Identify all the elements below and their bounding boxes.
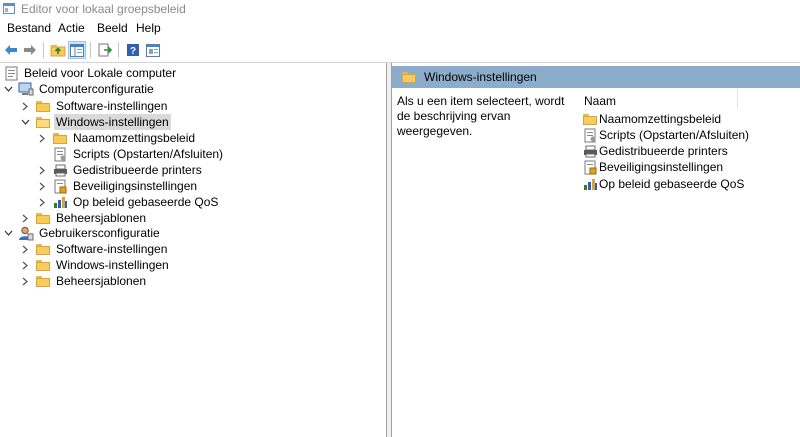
- tree-security[interactable]: Beveiligingsinstellingen: [37, 178, 199, 194]
- user-icon: [18, 225, 34, 241]
- tree-label: Naamomzettingsbeleid: [73, 131, 196, 145]
- tree-computer-software[interactable]: Software-instellingen: [20, 98, 169, 114]
- chevron-down-icon[interactable]: [20, 114, 30, 130]
- open-folder-icon: [35, 114, 51, 130]
- folder-icon: [35, 210, 51, 226]
- tree-label: Beveiligingsinstellingen: [73, 179, 198, 193]
- tree-label: Windows-instellingen: [56, 258, 169, 272]
- folder-icon: [582, 111, 598, 127]
- menu-beeld[interactable]: Beeld: [97, 21, 128, 35]
- tree-label: Windows-instellingen: [54, 114, 171, 130]
- list-item[interactable]: Op beleid gebaseerde QoS: [582, 176, 744, 192]
- column-header-name[interactable]: Naam: [584, 94, 616, 108]
- tree-user-software[interactable]: Software-instellingen: [20, 241, 169, 257]
- up-folder-icon[interactable]: [49, 41, 67, 59]
- folder-icon: [402, 72, 416, 83]
- tree-scripts[interactable]: Scripts (Opstarten/Afsluiten): [52, 146, 225, 162]
- tree-computer-templates[interactable]: Beheersjablonen: [20, 210, 148, 226]
- tree-name-resolution[interactable]: Naamomzettingsbeleid: [37, 130, 197, 146]
- help-icon[interactable]: ?: [124, 41, 142, 59]
- list-item[interactable]: Beveiligingsinstellingen: [582, 159, 723, 175]
- script-icon: [52, 146, 68, 162]
- tree-root[interactable]: Beleid voor Lokale computer: [3, 65, 178, 81]
- tree-user-windows[interactable]: Windows-instellingen: [20, 257, 171, 273]
- chevron-right-icon[interactable]: [20, 273, 30, 289]
- properties-icon[interactable]: [144, 41, 162, 59]
- folder-icon: [35, 273, 51, 289]
- tree-computer-config[interactable]: Computerconfiguratie: [3, 81, 156, 97]
- svg-text:?: ?: [130, 46, 136, 57]
- tree-label: Beheersjablonen: [56, 211, 147, 225]
- toolbar-separator: [90, 42, 91, 58]
- list-item-label: Gedistribueerde printers: [599, 144, 728, 158]
- chevron-right-icon[interactable]: [37, 194, 47, 210]
- list-item[interactable]: Gedistribueerde printers: [582, 143, 728, 159]
- tree-user-config[interactable]: Gebruikersconfiguratie: [3, 225, 162, 241]
- title-bar: Editor voor lokaal groepsbeleid: [0, 0, 800, 18]
- details-header: Windows-instellingen: [392, 66, 800, 88]
- chevron-right-icon[interactable]: [37, 162, 47, 178]
- chevron-right-icon[interactable]: [20, 257, 30, 273]
- show-hide-tree-icon[interactable]: [68, 41, 86, 59]
- toolbar: ?: [0, 38, 800, 63]
- menu-actie[interactable]: Actie: [58, 21, 85, 35]
- folder-icon: [35, 257, 51, 273]
- column-divider[interactable]: [737, 89, 738, 109]
- chevron-right-icon[interactable]: [37, 130, 47, 146]
- chevron-down-icon[interactable]: [3, 81, 13, 97]
- tree-label: Beleid voor Lokale computer: [24, 66, 177, 80]
- export-list-icon[interactable]: [96, 41, 114, 59]
- list-item[interactable]: Naamomzettingsbeleid: [582, 111, 721, 127]
- tree-label: Gebruikersconfiguratie: [39, 226, 160, 240]
- security-settings-icon: [582, 159, 598, 175]
- script-icon: [582, 127, 598, 143]
- menu-bestand[interactable]: Bestand: [7, 21, 51, 35]
- tree-label: Beheersjablonen: [56, 274, 147, 288]
- folder-icon: [35, 98, 51, 114]
- tree-computer-windows[interactable]: Windows-instellingen: [20, 114, 171, 130]
- tree-label: Scripts (Opstarten/Afsluiten): [73, 147, 224, 161]
- tree-user-templates[interactable]: Beheersjablonen: [20, 273, 148, 289]
- security-settings-icon: [52, 178, 68, 194]
- list-item-label: Naamomzettingsbeleid: [599, 112, 722, 126]
- menu-help[interactable]: Help: [136, 21, 161, 35]
- tree-label: Software-instellingen: [56, 99, 168, 113]
- description-text: Als u een item selecteert, wordt de besc…: [397, 94, 565, 138]
- tree-label: Computerconfiguratie: [39, 82, 154, 96]
- forward-icon[interactable]: [21, 41, 39, 59]
- toolbar-separator: [118, 42, 119, 58]
- menu-bar: Bestand Actie Beeld Help: [0, 19, 800, 38]
- toolbar-separator: [43, 42, 44, 58]
- chevron-right-icon[interactable]: [20, 98, 30, 114]
- folder-icon: [52, 130, 68, 146]
- tree-label: Software-instellingen: [56, 242, 168, 256]
- app-icon: [3, 3, 15, 14]
- tree-qos[interactable]: Op beleid gebaseerde QoS: [37, 194, 220, 210]
- back-icon[interactable]: [2, 41, 20, 59]
- printer-icon: [52, 162, 68, 178]
- details-header-title: Windows-instellingen: [424, 70, 537, 84]
- policy-document-icon: [3, 65, 19, 81]
- list-item-label: Scripts (Opstarten/Afsluiten): [599, 128, 750, 142]
- qos-chart-icon: [582, 176, 598, 192]
- chevron-right-icon[interactable]: [20, 210, 30, 226]
- details-pane: Windows-instellingen Als u een item sele…: [392, 63, 800, 437]
- list-item-label: Op beleid gebaseerde QoS: [599, 177, 745, 191]
- list-item[interactable]: Scripts (Opstarten/Afsluiten): [582, 127, 749, 143]
- printer-icon: [582, 143, 598, 159]
- qos-chart-icon: [52, 194, 68, 210]
- tree-label: Gedistribueerde printers: [73, 163, 202, 177]
- tree-pane: Beleid voor Lokale computer Computerconf…: [0, 63, 385, 437]
- tree-printers[interactable]: Gedistribueerde printers: [37, 162, 204, 178]
- tree-label: Op beleid gebaseerde QoS: [73, 195, 219, 209]
- chevron-right-icon[interactable]: [37, 178, 47, 194]
- window-title: Editor voor lokaal groepsbeleid: [21, 2, 186, 16]
- list-item-label: Beveiligingsinstellingen: [599, 160, 724, 174]
- folder-icon: [35, 241, 51, 257]
- chevron-right-icon[interactable]: [20, 241, 30, 257]
- computer-icon: [18, 81, 34, 97]
- chevron-down-icon[interactable]: [3, 225, 13, 241]
